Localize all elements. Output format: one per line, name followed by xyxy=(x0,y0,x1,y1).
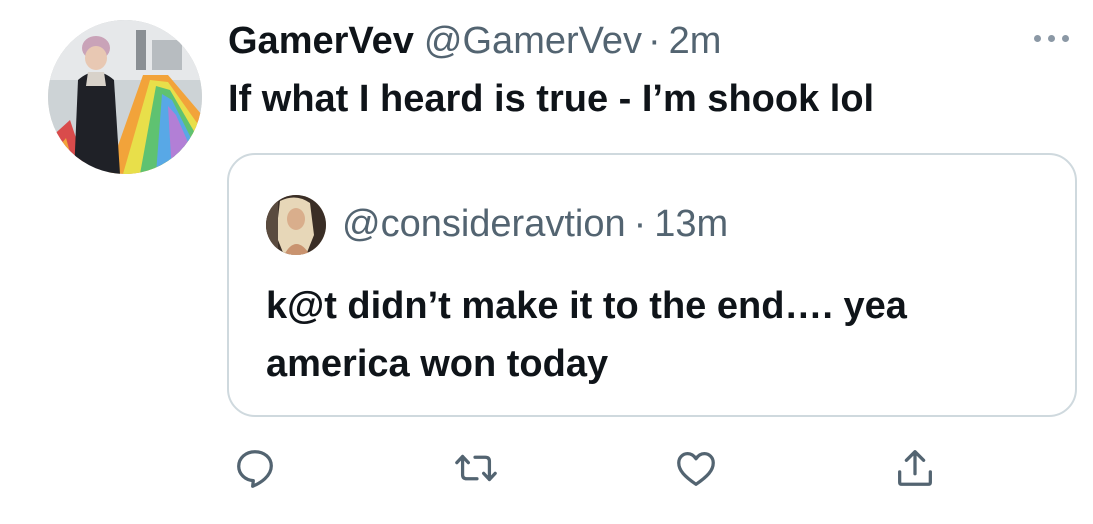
quoted-tweet-header: @consideravtion · 13m xyxy=(342,201,728,247)
separator-dot: · xyxy=(648,20,661,62)
quoted-avatar-image xyxy=(266,195,326,255)
more-dot xyxy=(1061,34,1069,42)
reply-button[interactable] xyxy=(227,440,283,496)
reply-icon xyxy=(237,450,273,488)
heart-icon xyxy=(677,451,715,486)
tweet-header: GamerVev @GamerVev · 2m xyxy=(228,18,721,64)
quoted-tweet-text: k@t didn’t make it to the end…. yea amer… xyxy=(266,285,907,385)
more-dot xyxy=(1047,34,1055,42)
tweet[interactable]: GamerVev @GamerVev · 2m If what I heard … xyxy=(0,0,1093,524)
display-name[interactable]: GamerVev xyxy=(228,18,414,64)
tweet-timestamp[interactable]: 2m xyxy=(669,18,722,64)
tweet-text: If what I heard is true - I’m shook lol xyxy=(228,78,875,120)
share-button[interactable] xyxy=(887,440,943,496)
quoted-user-avatar[interactable] xyxy=(266,195,326,255)
like-button[interactable] xyxy=(668,440,724,496)
separator-dot: · xyxy=(633,203,647,245)
user-handle[interactable]: @GamerVev xyxy=(424,18,642,64)
quoted-tweet[interactable]: @consideravtion · 13m k@t didn’t make it… xyxy=(227,153,1077,417)
quoted-tweet-timestamp[interactable]: 13m xyxy=(654,201,728,247)
share-icon xyxy=(898,450,932,486)
retweet-button[interactable] xyxy=(448,440,504,496)
quoted-user-handle[interactable]: @consideravtion xyxy=(342,201,626,247)
user-avatar[interactable] xyxy=(48,20,202,174)
more-options-icon[interactable] xyxy=(1027,28,1075,48)
more-dot xyxy=(1033,34,1041,42)
retweet-icon xyxy=(455,454,497,482)
action-bar xyxy=(0,432,1093,502)
avatar-image xyxy=(48,20,202,174)
